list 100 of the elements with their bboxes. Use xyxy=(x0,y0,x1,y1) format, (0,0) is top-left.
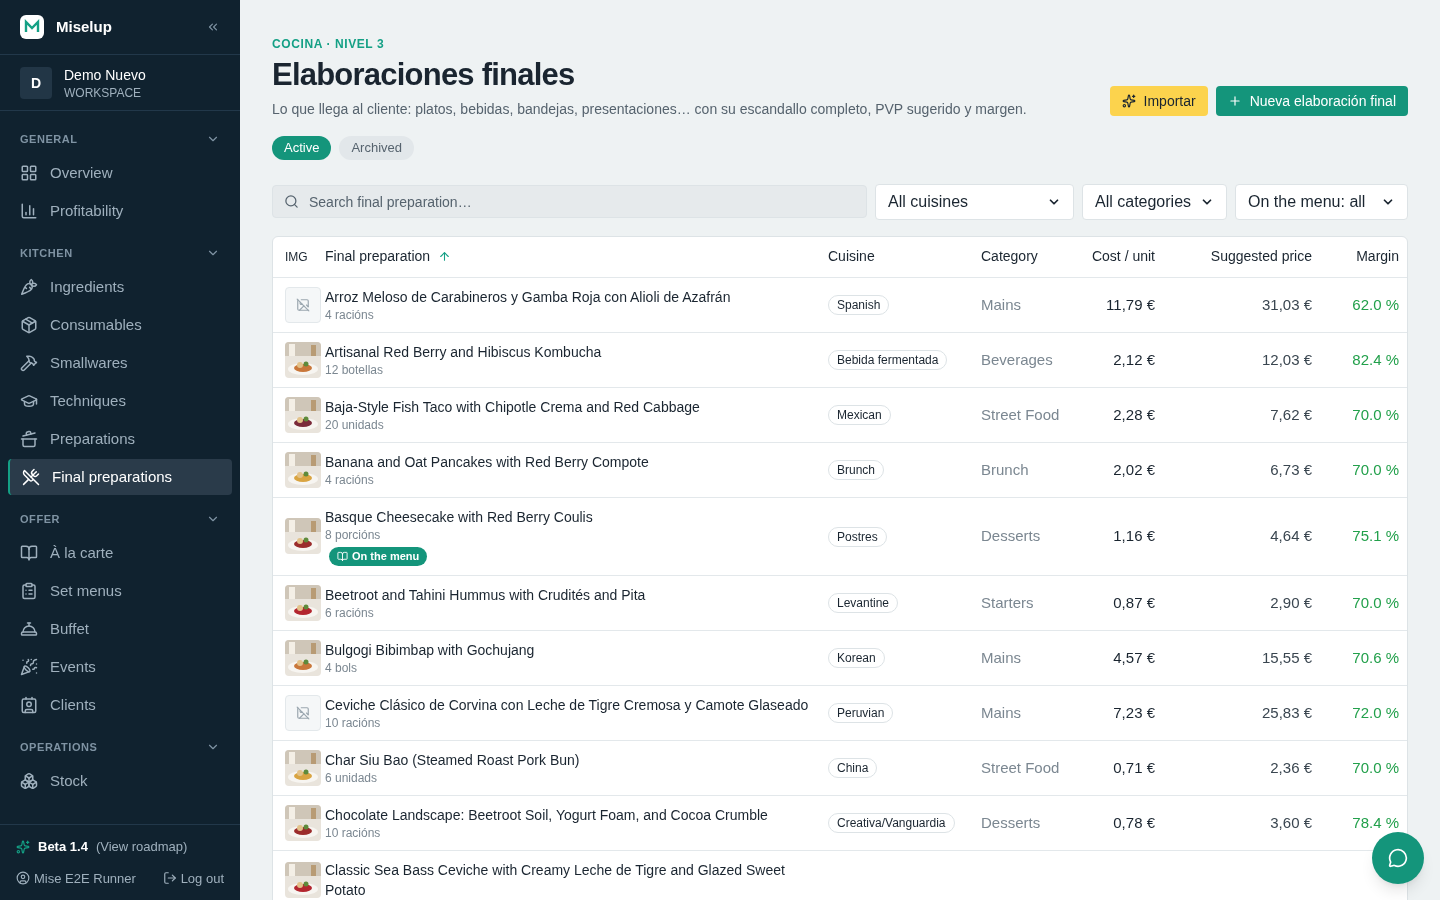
nav-item[interactable]: Overview xyxy=(8,155,232,191)
clipboard-icon xyxy=(20,582,38,600)
nav-item[interactable]: Preparations xyxy=(8,421,232,457)
version-label: Beta 1.4 xyxy=(38,838,88,856)
workspace-avatar: D xyxy=(20,66,52,99)
column-header[interactable]: Cuisine xyxy=(828,246,981,268)
margin-text: 70.0 % xyxy=(1352,405,1399,423)
column-header[interactable]: Margin xyxy=(1324,246,1407,268)
preparation-name[interactable]: Beetroot and Tahini Hummus with Crudités and Pita xyxy=(325,584,812,605)
nav-item[interactable]: Smallwares xyxy=(8,345,232,381)
category-select[interactable]: All categories xyxy=(1082,183,1227,220)
nav-item[interactable]: Ingredients xyxy=(8,269,232,305)
cuisine-tag: Postres xyxy=(828,526,887,547)
collapse-icon xyxy=(206,20,220,34)
new-button[interactable]: Nueva elaboración final xyxy=(1215,85,1408,116)
margin-text: 82.4 % xyxy=(1352,350,1399,368)
logo-icon xyxy=(20,15,44,39)
nav-item[interactable]: Clients xyxy=(8,687,232,723)
search-field[interactable]: Search final preparation… xyxy=(272,185,867,219)
price-text: 31,03 € xyxy=(1261,295,1312,313)
column-header[interactable]: Cost / unit xyxy=(1079,246,1179,268)
preparation-name[interactable]: Baja-Style Fish Taco with Chipotle Crema and Red Cabbage xyxy=(325,396,812,417)
price-text: 7,62 € xyxy=(1270,405,1312,423)
graduation-cap-icon xyxy=(20,392,38,410)
price-text: 25,83 € xyxy=(1261,703,1312,721)
nav-item[interactable]: Set menus xyxy=(8,573,232,609)
logout-button[interactable]: Log out xyxy=(162,868,224,888)
section-header[interactable]: OFFER xyxy=(0,503,240,535)
margin-text: 62.0 % xyxy=(1352,295,1399,313)
margin-text: 72.0 % xyxy=(1352,703,1399,721)
column-header[interactable]: Category xyxy=(981,246,1079,268)
cost-text: 2,28 € xyxy=(1113,405,1155,423)
cost-text: 11,79 € xyxy=(1106,295,1155,313)
user-name: Mise E2E Runner xyxy=(34,869,136,888)
chat-button[interactable] xyxy=(1372,832,1424,884)
workspace-label: WORKSPACE xyxy=(64,84,143,101)
status-tab[interactable]: Active xyxy=(272,135,332,160)
preparation-name[interactable]: Char Siu Bao (Steamed Roast Pork Bun) xyxy=(325,749,812,770)
nav-item[interactable]: Events xyxy=(8,649,232,685)
preparation-name[interactable]: Ceviche Clásico de Corvina con Leche de Tigre Cremosa y Camote Glaseado xyxy=(325,694,812,715)
yield-text: 12 botellas xyxy=(325,361,385,378)
nav-item[interactable]: À la carte xyxy=(8,535,232,571)
sparkles-icon xyxy=(1121,93,1136,108)
pot-icon xyxy=(20,430,38,448)
carrot-icon xyxy=(20,278,38,296)
yield-text: 10 racións xyxy=(325,824,382,841)
section-header[interactable]: GENERAL xyxy=(0,123,240,155)
nav-item[interactable]: Buffet xyxy=(8,611,232,647)
roadmap-link[interactable]: (View roadmap) xyxy=(95,837,188,857)
price-text: 12,03 € xyxy=(1261,350,1312,368)
page-subtitle: Lo que llega al cliente: platos, bebidas, bandejas, presentaciones… con su escandallo completo, PVP sugerido y margen. xyxy=(272,99,1027,119)
category-text: Street Food xyxy=(981,758,1060,776)
margin-text: 70.0 % xyxy=(1352,758,1399,776)
cost-text: 0,71 € xyxy=(1113,758,1155,776)
nav-item[interactable]: Stock xyxy=(8,763,232,799)
column-header[interactable]: Final preparation xyxy=(325,246,828,268)
cuisine-select[interactable]: All cuisines xyxy=(875,183,1074,220)
collapse-button[interactable] xyxy=(206,20,220,34)
category-text: Desserts xyxy=(981,527,1041,544)
category-text: Mains xyxy=(981,703,1021,721)
yield-text: 20 unidads xyxy=(325,416,385,433)
yield-text: 10 racións xyxy=(325,714,382,731)
margin-text: 78.4 % xyxy=(1352,813,1399,831)
nav-item[interactable]: Consumables xyxy=(8,307,232,343)
preparation-name[interactable]: Banana and Oat Pancakes with Red Berry Compote xyxy=(325,451,812,472)
preparation-name[interactable]: Bulgogi Bibimbap with Gochujang xyxy=(325,639,812,660)
column-header[interactable]: IMG xyxy=(273,248,325,265)
hammer-icon xyxy=(20,354,38,372)
brand-name: Miselup xyxy=(56,16,113,37)
nav-item[interactable]: Final preparations xyxy=(8,459,232,495)
preparation-name[interactable]: Basque Cheesecake with Red Berry Coulis xyxy=(325,506,812,527)
import-button[interactable]: Importar xyxy=(1109,85,1208,116)
preparation-name[interactable]: Chocolate Landscape: Beetroot Soil, Yogurt Foam, and Cocoa Crumble xyxy=(325,804,812,825)
sort-arrow-icon xyxy=(438,250,452,264)
chat-icon xyxy=(1388,848,1408,868)
user-icon xyxy=(16,871,30,886)
cost-text: 0,78 € xyxy=(1113,813,1155,831)
nav-item[interactable]: Profitability xyxy=(8,193,232,229)
price-text: 3,60 € xyxy=(1270,813,1312,831)
on-menu-badge: On the menu xyxy=(329,546,428,566)
search-icon xyxy=(284,194,299,210)
preparation-name[interactable]: Classic Sea Bass Ceviche with Creamy Leche de Tigre and Glazed Sweet Potato xyxy=(325,859,812,900)
yield-text: 4 racións xyxy=(325,471,375,488)
section-header[interactable]: KITCHEN xyxy=(0,237,240,269)
price-text: 2,36 € xyxy=(1270,758,1312,776)
status-tab[interactable]: Archived xyxy=(339,135,414,160)
bar-chart-icon xyxy=(20,202,38,220)
category-text: Brunch xyxy=(981,460,1029,478)
nav-item[interactable]: Techniques xyxy=(8,383,232,419)
logout-icon xyxy=(162,871,177,886)
book-icon xyxy=(20,544,38,562)
section-header[interactable]: OPERATIONS xyxy=(0,731,240,763)
margin-text: 70.0 % xyxy=(1352,460,1399,478)
cost-text: 2,02 € xyxy=(1113,460,1155,478)
preparation-name[interactable]: Arroz Meloso de Carabineros y Gamba Roja con Alioli de Azafrán xyxy=(325,286,812,307)
menu-filter-select[interactable]: On the menu: all xyxy=(1235,183,1408,220)
column-header[interactable]: Suggested price xyxy=(1179,246,1324,268)
price-text: 2,90 € xyxy=(1270,593,1312,611)
party-popper-icon xyxy=(20,658,38,676)
preparation-name[interactable]: Artisanal Red Berry and Hibiscus Kombucha xyxy=(325,341,812,362)
